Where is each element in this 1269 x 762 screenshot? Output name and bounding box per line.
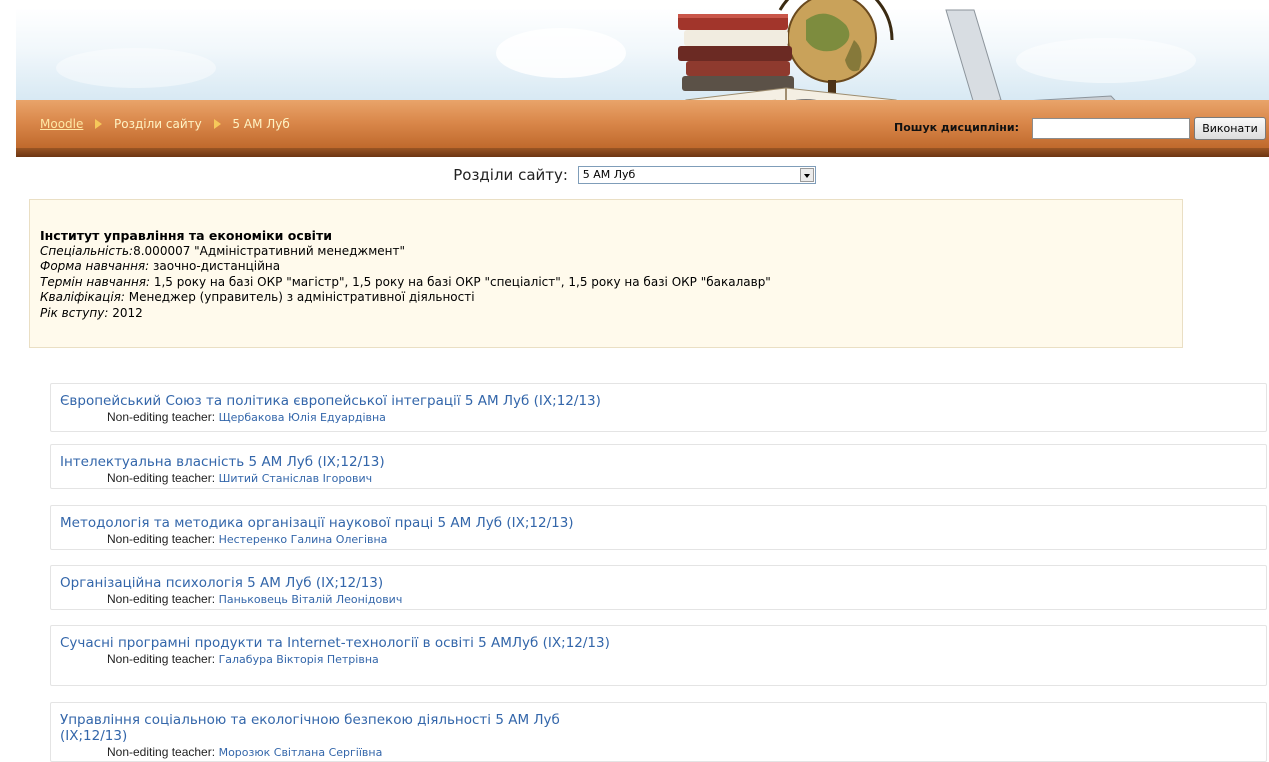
chevron-down-icon[interactable] — [799, 168, 814, 182]
course-link[interactable]: Європейський Союз та політика європейськ… — [60, 393, 700, 409]
teacher-role: Non-editing teacher: — [107, 652, 216, 666]
teacher-link[interactable]: Галабура Вікторія Петрівна — [219, 653, 379, 666]
info-study-form: Форма навчання: заочно-дистанційна — [40, 259, 281, 273]
teacher-link[interactable]: Шитий Станіслав Ігорович — [219, 472, 373, 485]
search-button[interactable]: Виконати — [1194, 117, 1266, 140]
course-search-input[interactable] — [1032, 118, 1190, 139]
sections-select-value: 5 АМ Луб — [582, 168, 636, 181]
course-item: Інтелектуальна власність 5 АМ Луб (IX;12… — [50, 444, 1267, 489]
course-item: Методологія та методика організації наук… — [50, 505, 1267, 550]
search-label: Пошук дисципліни: — [894, 121, 1020, 134]
sections-label: Розділи сайту: — [453, 166, 568, 184]
breadcrumb-current: 5 АМ Луб — [232, 117, 290, 131]
course-item: Сучасні програмні продукти та Internet-т… — [50, 625, 1267, 686]
course-teacher: Non-editing teacher: Шитий Станіслав Іго… — [60, 471, 1257, 486]
books-icon — [678, 14, 794, 91]
course-link[interactable]: Методологія та методика організації наук… — [60, 515, 700, 531]
sections-jump: Розділи сайту: 5 АМ Луб — [0, 166, 1269, 184]
course-teacher: Non-editing teacher: Паньковець Віталій … — [60, 592, 1257, 607]
course-teacher: Non-editing teacher: Галабура Вікторія П… — [60, 652, 1257, 667]
teacher-role: Non-editing teacher: — [107, 592, 216, 606]
course-teacher: Non-editing teacher: Нестеренко Галина О… — [60, 532, 1257, 547]
category-info-box: Інститут управління та економіки освіти … — [29, 199, 1183, 348]
info-qualification: Кваліфікація: Менеджер (управитель) з ад… — [40, 290, 475, 304]
breadcrumb-home-link[interactable]: Moodle — [40, 117, 83, 131]
teacher-role: Non-editing teacher: — [107, 410, 216, 424]
institute-name: Інститут управління та економіки освіти — [40, 228, 332, 243]
course-teacher: Non-editing teacher: Щербакова Юлія Едуа… — [60, 410, 1257, 425]
breadcrumb-arrow-icon — [95, 119, 103, 129]
course-item: Організаційна психологія 5 АМ Луб (IX;12… — [50, 565, 1267, 610]
breadcrumb: Moodle Розділи сайту 5 АМ Луб — [40, 117, 290, 131]
info-entry-year: Рік вступу: 2012 — [40, 305, 143, 320]
course-item: Управління соціальною та екологічною без… — [50, 702, 1267, 762]
breadcrumb-sections-link[interactable]: Розділи сайту — [114, 117, 202, 131]
course-link[interactable]: Управління соціальною та екологічною без… — [60, 712, 620, 744]
course-teacher: Non-editing teacher: Морозюк Світлана Се… — [60, 745, 1257, 760]
teacher-link[interactable]: Щербакова Юлія Едуардівна — [219, 411, 386, 424]
teacher-link[interactable]: Нестеренко Галина Олегівна — [219, 533, 388, 546]
course-link[interactable]: Сучасні програмні продукти та Internet-т… — [60, 635, 620, 651]
info-study-term: Термін навчання: 1,5 року на базі ОКР "м… — [40, 274, 771, 289]
teacher-link[interactable]: Паньковець Віталій Леонідович — [219, 593, 403, 606]
sections-select[interactable]: 5 АМ Луб — [577, 166, 816, 184]
course-item: Європейський Союз та політика європейськ… — [50, 383, 1267, 432]
info-speciality: Спеціальність:8.000007 "Адміністративний… — [40, 243, 405, 258]
breadcrumb-arrow-icon — [213, 119, 221, 129]
teacher-role: Non-editing teacher: — [107, 471, 216, 485]
page-header: Moodle Розділи сайту 5 АМ Луб Пошук дисц… — [16, 0, 1269, 165]
course-link[interactable]: Організаційна психологія 5 АМ Луб (IX;12… — [60, 575, 700, 591]
teacher-link[interactable]: Морозюк Світлана Сергіївна — [219, 746, 383, 759]
course-link[interactable]: Інтелектуальна власність 5 АМ Луб (IX;12… — [60, 454, 700, 470]
teacher-role: Non-editing teacher: — [107, 532, 216, 546]
